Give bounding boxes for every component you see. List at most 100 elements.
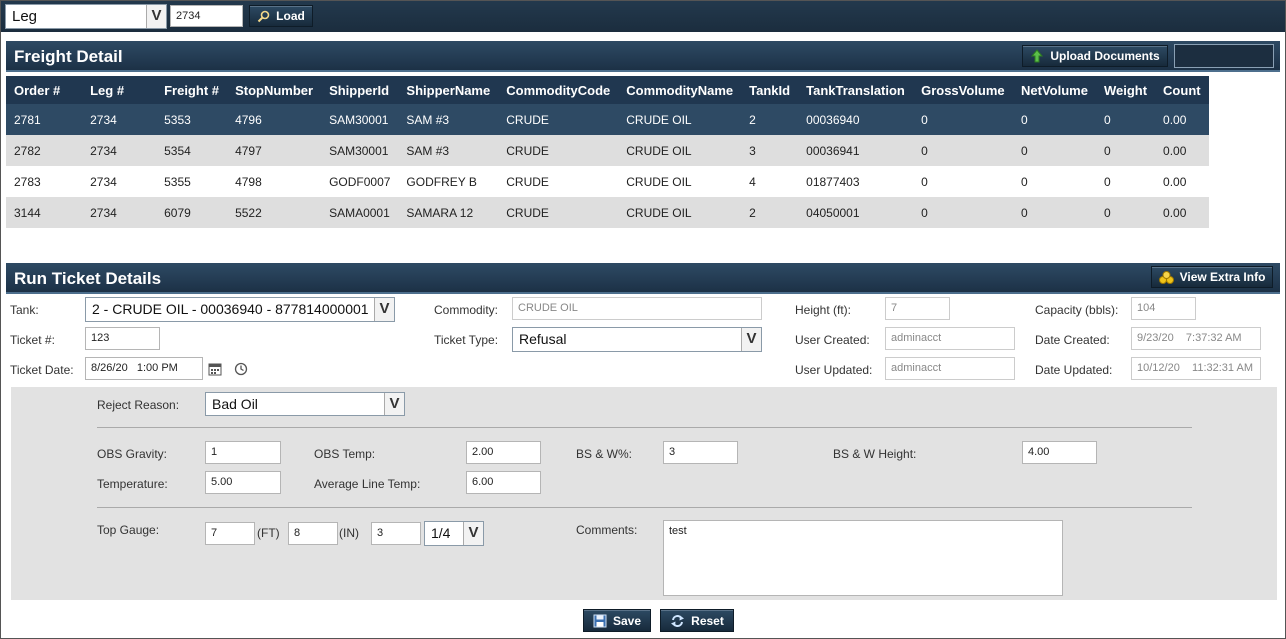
ticket-type-select[interactable]: Refusal V <box>512 327 762 352</box>
capacity-field[interactable]: 104 <box>1131 297 1196 320</box>
chevron-down-icon[interactable]: V <box>146 5 166 28</box>
table-row[interactable]: 3144 2734 6079 5522 SAMA0001 SAMARA 12 CRUDE CR… <box>6 197 1209 228</box>
col-tanktranslation[interactable]: TankTranslation <box>798 76 914 104</box>
cell: 0 <box>1095 197 1156 228</box>
divider <box>97 507 1192 508</box>
cell: 0 <box>913 104 1014 135</box>
load-button[interactable]: Load <box>249 5 313 27</box>
cell: SAM30001 <box>321 104 399 135</box>
cell: 0.00 <box>1155 166 1209 197</box>
cell: CRUDE OIL <box>618 104 742 135</box>
freight-table: Order # Leg # Freight # StopNumber Shipp… <box>6 76 1209 228</box>
commodity-field[interactable]: CRUDE OIL <box>512 297 762 320</box>
chevron-down-icon[interactable]: V <box>463 522 483 545</box>
upload-documents-button[interactable]: Upload Documents <box>1022 45 1168 67</box>
col-shipperid[interactable]: ShipperId <box>321 76 399 104</box>
top-gauge-in-field[interactable]: 8 <box>288 522 338 545</box>
col-freight[interactable]: Freight # <box>156 76 228 104</box>
reset-button[interactable]: Reset <box>660 609 734 632</box>
top-gauge-fraction-value: 1/4 <box>431 525 451 541</box>
cell: 5355 <box>156 166 228 197</box>
in-unit-label: (IN) <box>339 526 359 540</box>
date-created-field[interactable]: 9/23/20 7:37:32 AM <box>1131 327 1261 350</box>
lookup-type-value: Leg <box>12 8 38 25</box>
reject-reason-select[interactable]: Bad Oil V <box>205 392 405 416</box>
cell: 4 <box>741 166 799 197</box>
tank-select[interactable]: 2 - CRUDE OIL - 00036940 - 877814000001 … <box>85 297 395 322</box>
user-created-field[interactable]: adminacct <box>885 327 1015 350</box>
cell: 4798 <box>227 166 322 197</box>
table-row[interactable]: 2782 2734 5354 4797 SAM30001 SAM #3 CRUDE CRUDE… <box>6 135 1209 166</box>
cell: 4797 <box>227 135 322 166</box>
top-gauge-fraction-select[interactable]: 1/4 V <box>424 521 484 546</box>
obs-temp-field[interactable]: 2.00 <box>466 441 541 464</box>
chevron-down-icon[interactable]: V <box>374 298 394 321</box>
chevron-down-icon[interactable]: V <box>384 393 404 415</box>
cell: SAMARA 12 <box>398 197 499 228</box>
col-weight[interactable]: Weight <box>1095 76 1156 104</box>
cell: 01877403 <box>798 166 914 197</box>
view-extra-info-button[interactable]: View Extra Info <box>1151 266 1273 288</box>
clock-icon[interactable] <box>234 362 248 376</box>
cell: 00036941 <box>798 135 914 166</box>
commodity-label: Commodity: <box>434 303 499 317</box>
col-commoditycode[interactable]: CommodityCode <box>498 76 619 104</box>
top-gauge-ft-field[interactable]: 7 <box>205 522 255 545</box>
cell: 2 <box>741 197 799 228</box>
top-gauge-label: Top Gauge: <box>97 523 160 537</box>
table-row[interactable]: 2781 2734 5353 4796 SAM30001 SAM #3 CRUDE CRUDE… <box>6 104 1209 135</box>
col-order[interactable]: Order # <box>6 76 83 104</box>
cell: GODFREY B <box>398 166 499 197</box>
col-count[interactable]: Count <box>1155 76 1209 104</box>
cell: 04050001 <box>798 197 914 228</box>
ft-unit-label: (FT) <box>257 526 280 540</box>
reset-label: Reset <box>691 613 724 628</box>
table-row[interactable]: 2783 2734 5355 4798 GODF0007 GODFREY B CRUDE CR… <box>6 166 1209 197</box>
save-button[interactable]: Save <box>583 609 651 632</box>
col-stopnumber[interactable]: StopNumber <box>227 76 322 104</box>
chevron-down-icon[interactable]: V <box>741 328 761 351</box>
cell: 0 <box>1013 166 1096 197</box>
cell: 3144 <box>6 197 83 228</box>
user-created-label: User Created: <box>795 333 870 347</box>
search-icon <box>257 10 270 22</box>
run-ticket-header: Run Ticket Details <box>6 263 1280 294</box>
obs-gravity-field[interactable]: 1 <box>205 441 281 464</box>
col-leg[interactable]: Leg # <box>82 76 157 104</box>
calendar-icon[interactable] <box>208 362 222 376</box>
upload-documents-label: Upload Documents <box>1050 49 1160 63</box>
cell: 0.00 <box>1155 135 1209 166</box>
height-label: Height (ft): <box>795 303 852 317</box>
ticket-date-label: Ticket Date: <box>10 363 74 377</box>
ticket-date-field[interactable]: 8/26/20 1:00 PM <box>85 357 203 380</box>
obs-gravity-label: OBS Gravity: <box>97 447 168 461</box>
cell: 5522 <box>227 197 322 228</box>
load-label: Load <box>276 9 305 23</box>
refresh-icon <box>671 614 685 627</box>
col-netvolume[interactable]: NetVolume <box>1013 76 1096 104</box>
average-line-temp-field[interactable]: 6.00 <box>466 471 541 494</box>
lookup-type-select[interactable]: Leg V <box>5 4 167 29</box>
upload-icon <box>1031 49 1044 63</box>
bs-w-percent-field[interactable]: 3 <box>663 441 738 464</box>
cell: 2734 <box>82 166 157 197</box>
comments-textarea[interactable]: test <box>663 520 1063 596</box>
comments-label: Comments: <box>576 523 638 537</box>
user-updated-field[interactable]: adminacct <box>885 357 1015 380</box>
col-shippername[interactable]: ShipperName <box>398 76 499 104</box>
cell: 0 <box>1013 197 1096 228</box>
top-gauge-quarter-field[interactable]: 3 <box>371 522 421 545</box>
height-field[interactable]: 7 <box>885 297 950 320</box>
ticket-type-value: Refusal <box>519 331 567 347</box>
temperature-field[interactable]: 5.00 <box>205 471 281 494</box>
lookup-id-input[interactable]: 2734 <box>170 5 243 27</box>
date-updated-label: Date Updated: <box>1035 363 1113 377</box>
col-grossvolume[interactable]: GrossVolume <box>913 76 1014 104</box>
col-commodityname[interactable]: CommodityName <box>618 76 742 104</box>
col-tankid[interactable]: TankId <box>741 76 799 104</box>
ticket-number-field[interactable]: 123 <box>85 327 160 350</box>
date-updated-field[interactable]: 10/12/20 11:32:31 AM <box>1131 357 1261 380</box>
bs-w-height-field[interactable]: 4.00 <box>1022 441 1097 464</box>
cell: 2782 <box>6 135 83 166</box>
cell: CRUDE <box>498 197 619 228</box>
